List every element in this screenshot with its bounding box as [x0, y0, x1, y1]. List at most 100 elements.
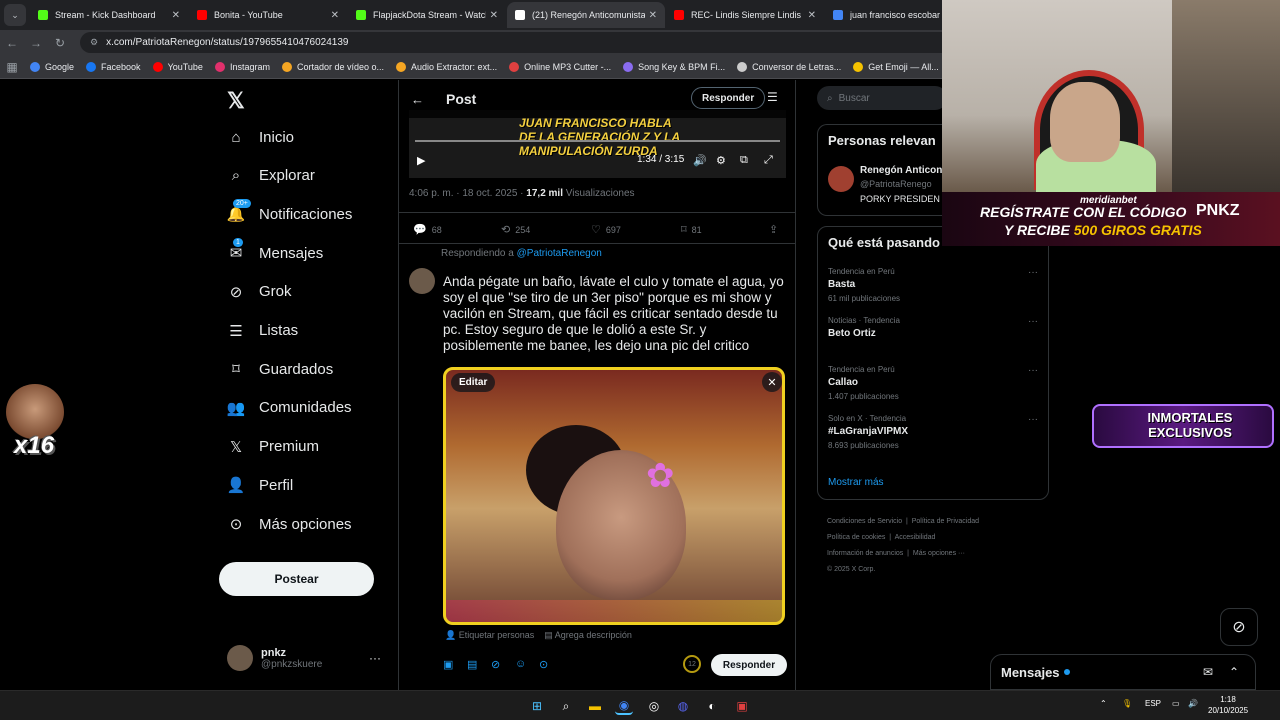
bookmark-item[interactable]: Get Emoji — All...: [853, 61, 939, 72]
tray-chevron-icon[interactable]: ⌃: [1100, 699, 1107, 708]
tab-search-button[interactable]: ⌄: [4, 4, 26, 26]
share-icon[interactable]: ⇪: [769, 223, 783, 236]
obs-icon[interactable]: ◎: [645, 697, 663, 715]
browser-tab[interactable]: REC- Lindis Siempre Lindis Con ✕: [666, 2, 824, 28]
bookmark-item[interactable]: Instagram: [214, 61, 270, 72]
submit-reply-button[interactable]: Responder: [711, 654, 787, 676]
close-icon[interactable]: ✕: [808, 10, 816, 21]
footer-link[interactable]: Accesibilidad: [895, 534, 936, 541]
discord-icon[interactable]: ◍: [674, 697, 692, 715]
show-more-link[interactable]: Mostrar más: [828, 477, 884, 488]
nav-item-comunidades[interactable]: 👥 Comunidades: [227, 399, 352, 417]
bookmark-item[interactable]: Song Key & BPM Fi...: [623, 61, 725, 72]
footer-link[interactable]: Política de Privacidad: [912, 518, 979, 525]
trend-item[interactable]: Noticias · Tendencia Beto Ortiz ···: [828, 316, 1043, 339]
back-arrow-icon[interactable]: ←: [411, 92, 424, 107]
close-icon[interactable]: ✕: [490, 10, 498, 21]
nav-item-guardados[interactable]: ⌑ Guardados: [227, 360, 333, 379]
post-button[interactable]: Postear: [219, 562, 374, 596]
grok-float-button[interactable]: ⊘: [1220, 608, 1258, 646]
trend-item[interactable]: Solo en X · Tendencia #LaGranjaVIPMX 8.693…: [828, 414, 1043, 450]
trend-item[interactable]: Tendencia en Perú Basta 61 mil publicacion…: [828, 267, 1043, 303]
bookmark-item[interactable]: YouTube: [152, 61, 203, 72]
x-logo-icon[interactable]: 𝕏: [227, 88, 245, 114]
sliders-icon[interactable]: ☰: [767, 90, 778, 104]
bookmark-item[interactable]: Conversor de Letras...: [737, 61, 841, 72]
more-dots-icon[interactable]: ···: [1028, 365, 1038, 376]
bookmark-item[interactable]: Cortador de vídeo o...: [281, 61, 384, 72]
footer-link[interactable]: Condiciones de Servicio: [827, 518, 902, 525]
bookmark-action[interactable]: ⌑ 81: [681, 223, 702, 236]
video-player[interactable]: JUAN FRANCISCO HABLA DE LA GENERACIÓN Z …: [409, 110, 786, 178]
site-info-icon[interactable]: ⚙: [90, 37, 98, 48]
video-progress-bar[interactable]: [415, 140, 780, 142]
more-dots-icon[interactable]: ···: [1028, 414, 1038, 425]
more-dots-icon[interactable]: ···: [1028, 267, 1038, 278]
bookmark-item[interactable]: Online MP3 Cutter -...: [509, 61, 611, 72]
settings-icon[interactable]: ⚙: [716, 154, 726, 167]
bookmark-item[interactable]: Google: [30, 61, 74, 72]
nav-item-mensajes[interactable]: ✉ 1 Mensajes: [227, 238, 323, 262]
steam-icon[interactable]: ◐: [703, 697, 721, 715]
grok-icon[interactable]: ⊘: [491, 658, 500, 671]
like-action[interactable]: ♡ 697: [591, 223, 621, 236]
gif-icon[interactable]: ▤: [467, 658, 477, 671]
fullscreen-icon[interactable]: ⤢: [764, 154, 773, 167]
back-button[interactable]: ←: [0, 36, 24, 50]
browser-tab[interactable]: FlapjackDota Stream - Watch Li ✕: [348, 2, 506, 28]
account-switcher[interactable]: pnkz @pnkzskuere ···: [227, 645, 381, 671]
more-dots-icon[interactable]: ···: [369, 651, 381, 665]
replying-handle-link[interactable]: @PatriotaRenegon: [517, 248, 602, 259]
bookmark-item[interactable]: Audio Extractor: ext...: [396, 61, 497, 72]
new-message-icon[interactable]: ✉: [1203, 665, 1213, 679]
nav-item-más-opciones[interactable]: ⊙ Más opciones: [227, 515, 352, 534]
language-indicator[interactable]: ESP: [1145, 699, 1161, 708]
forward-button[interactable]: →: [24, 36, 48, 50]
close-icon[interactable]: ✕: [331, 10, 339, 21]
start-icon[interactable]: ⊞: [528, 697, 546, 715]
reload-button[interactable]: ↻: [48, 36, 72, 50]
footer-link[interactable]: Información de anuncios: [827, 550, 903, 557]
browser-tab[interactable]: Stream - Kick Dashboard ✕: [30, 2, 188, 28]
edit-media-button[interactable]: Editar: [451, 373, 496, 392]
messages-drawer[interactable]: Mensajes ✉ ⌃: [990, 654, 1256, 690]
remove-media-button[interactable]: ✕: [762, 372, 782, 392]
nav-item-listas[interactable]: ☰ Listas: [227, 322, 298, 340]
volume-icon[interactable]: 🔊: [693, 154, 707, 167]
apps-icon[interactable]: ▦: [0, 60, 24, 74]
bookmark-item[interactable]: Facebook: [86, 61, 141, 72]
app-icon[interactable]: ▣: [733, 697, 751, 715]
reply-textarea[interactable]: Anda pégate un baño, lávate el culo y to…: [443, 274, 788, 354]
tag-people-link[interactable]: 👤 Etiquetar personas: [445, 630, 534, 640]
trend-item[interactable]: Tendencia en Perú Callao 1.407 publicacion…: [828, 365, 1043, 401]
browser-tab[interactable]: Bonita - YouTube ✕: [189, 2, 347, 28]
more-dots-icon[interactable]: ···: [1028, 316, 1038, 327]
volume-icon[interactable]: 🔊: [1188, 699, 1198, 708]
pip-icon[interactable]: ⧉: [740, 154, 748, 167]
avatar[interactable]: [828, 166, 854, 192]
add-description-link[interactable]: ▤ Agrega descripción: [544, 630, 632, 640]
header-reply-button[interactable]: Responder: [691, 87, 766, 109]
play-icon[interactable]: ▶: [417, 154, 425, 167]
browser-tab[interactable]: (21) Renegón Anticomunista ✕: [507, 2, 665, 28]
file-explorer-icon[interactable]: ▬: [586, 697, 604, 715]
emoji-icon[interactable]: ☺: [515, 658, 526, 670]
search-input[interactable]: ⌕ Buscar: [817, 86, 947, 110]
chevron-up-icon[interactable]: ⌃: [1229, 665, 1239, 679]
network-icon[interactable]: ▭: [1172, 699, 1180, 708]
nav-item-inicio[interactable]: ⌂ Inicio: [227, 128, 294, 146]
location-icon[interactable]: ⊙: [539, 658, 548, 671]
mic-icon[interactable]: 🎙: [1122, 699, 1132, 708]
chrome-icon[interactable]: ◉: [615, 697, 633, 715]
image-icon[interactable]: ▣: [443, 658, 453, 671]
close-icon[interactable]: ✕: [649, 10, 657, 21]
search-icon[interactable]: ⌕: [557, 697, 575, 715]
repost-action[interactable]: ⟲ 254: [501, 223, 530, 236]
nav-item-perfil[interactable]: 👤 Perfil: [227, 476, 294, 495]
nav-item-grok[interactable]: ⊘ Grok: [227, 283, 292, 301]
close-icon[interactable]: ✕: [172, 10, 180, 21]
nav-item-notificaciones[interactable]: 🔔 20+ Notificaciones: [227, 199, 352, 223]
footer-link[interactable]: Más opciones ···: [913, 550, 965, 557]
nav-item-premium[interactable]: 𝕏 Premium: [227, 438, 319, 456]
system-clock[interactable]: 1:18 20/10/2025: [1208, 694, 1248, 716]
